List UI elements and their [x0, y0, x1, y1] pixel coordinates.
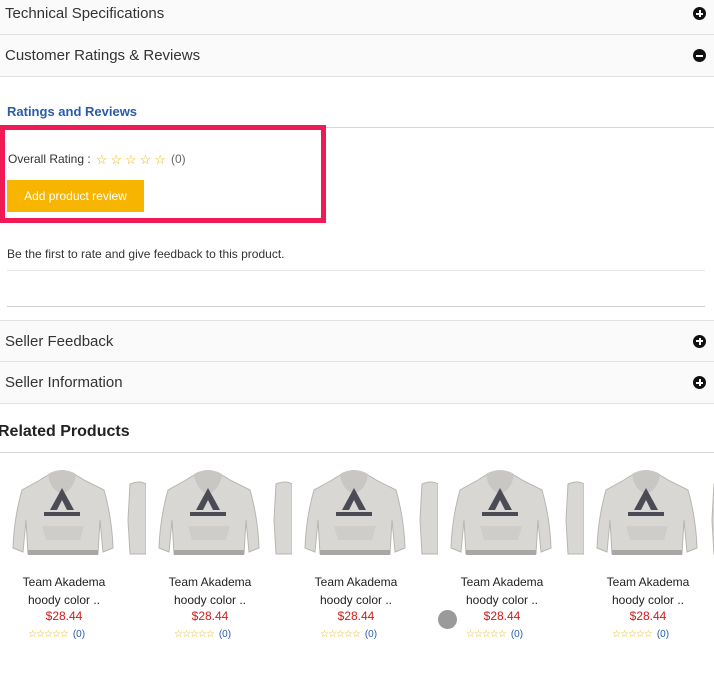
- related-products-title: Related Products: [0, 423, 130, 440]
- divider: [0, 452, 714, 453]
- accordion-label: Seller Feedback: [5, 332, 114, 350]
- accordion-customer-ratings-reviews[interactable]: Customer Ratings & Reviews: [0, 35, 714, 77]
- highlight-box: [0, 125, 326, 223]
- product-name-line1: Team Akadema: [22, 575, 106, 589]
- product-image[interactable]: [292, 460, 438, 558]
- product-rating: ☆☆☆☆☆ (0): [466, 629, 523, 640]
- product-rating: ☆☆☆☆☆ (0): [28, 629, 85, 640]
- product-rating: ☆☆☆☆☆ (0): [612, 629, 669, 640]
- product-image[interactable]: [584, 460, 714, 558]
- accordion-seller-feedback[interactable]: Seller Feedback: [0, 320, 714, 362]
- product-price: $28.44: [337, 609, 375, 623]
- rating-count-link[interactable]: (0): [73, 629, 85, 640]
- product-name-line2: hoody color ..: [319, 593, 393, 607]
- product-price: $28.44: [629, 609, 667, 623]
- minus-circle-icon[interactable]: [693, 49, 706, 62]
- rating-count-link[interactable]: (0): [657, 629, 669, 640]
- product-image[interactable]: [0, 460, 146, 558]
- product-card[interactable]: Team Akadema hoody color .. $28.44 ☆☆☆☆☆ (0): [0, 460, 146, 650]
- star-outline-icon: ☆☆☆☆☆: [320, 629, 361, 640]
- product-name-line1: Team Akadema: [460, 575, 544, 589]
- product-name-link[interactable]: Team Akadema hoody color ..: [438, 573, 566, 609]
- product-name-line1: Team Akadema: [606, 575, 690, 589]
- product-card[interactable]: Team Akadema hoody color .. $28.44 ☆☆☆☆☆ (0): [438, 460, 584, 650]
- rating-count-link[interactable]: (0): [219, 629, 231, 640]
- product-name-link[interactable]: Team Akadema hoody color ..: [0, 573, 128, 609]
- product-name-link[interactable]: Team Akadema hoody color ..: [292, 573, 420, 609]
- product-image[interactable]: [146, 460, 292, 558]
- accordion-label: Customer Ratings & Reviews: [5, 47, 201, 64]
- product-name-line2: hoody color ..: [465, 593, 539, 607]
- star-outline-icon: ☆☆☆☆☆: [612, 629, 653, 640]
- product-card[interactable]: Team Akadema hoody color .. $28.44 ☆☆☆☆☆ (0): [584, 460, 714, 650]
- star-outline-icon: ☆☆☆☆☆: [174, 629, 215, 640]
- star-outline-icon: ☆☆☆☆☆: [28, 629, 69, 640]
- product-card[interactable]: Team Akadema hoody color .. $28.44 ☆☆☆☆☆ (0): [292, 460, 438, 650]
- plus-circle-icon[interactable]: [693, 7, 706, 20]
- plus-circle-icon[interactable]: [693, 376, 706, 389]
- product-rating: ☆☆☆☆☆ (0): [174, 629, 231, 640]
- product-name-link[interactable]: Team Akadema hoody color ..: [584, 573, 712, 609]
- star-outline-icon: ☆☆☆☆☆: [466, 629, 507, 640]
- product-name-link[interactable]: Team Akadema hoody color ..: [146, 573, 274, 609]
- product-name-line2: hoody color ..: [611, 593, 685, 607]
- divider: [7, 306, 705, 307]
- product-image[interactable]: [438, 460, 584, 558]
- first-rate-message: Be the first to rate and give feedback t…: [7, 247, 285, 261]
- accordion-seller-information[interactable]: Seller Information: [0, 362, 714, 404]
- ratings-section-title: Ratings and Reviews: [7, 104, 138, 119]
- accordion-technical-specifications[interactable]: Technical Specifications: [0, 0, 714, 35]
- accordion-label: Seller Information: [5, 374, 123, 391]
- product-price: $28.44: [45, 609, 83, 623]
- product-name-line1: Team Akadema: [314, 575, 398, 589]
- divider: [7, 270, 705, 271]
- carousel-dot[interactable]: [438, 610, 457, 629]
- product-card[interactable]: Team Akadema hoody color .. $28.44 ☆☆☆☆☆ (0): [146, 460, 292, 650]
- plus-circle-icon[interactable]: [693, 334, 706, 348]
- product-name-line2: hoody color ..: [27, 593, 101, 607]
- product-name-line1: Team Akadema: [168, 575, 252, 589]
- product-price: $28.44: [483, 609, 521, 623]
- accordion-label: Technical Specifications: [5, 5, 165, 22]
- product-name-line2: hoody color ..: [173, 593, 247, 607]
- product-rating: ☆☆☆☆☆ (0): [320, 629, 377, 640]
- rating-count-link[interactable]: (0): [511, 629, 523, 640]
- product-price: $28.44: [191, 609, 229, 623]
- rating-count-link[interactable]: (0): [365, 629, 377, 640]
